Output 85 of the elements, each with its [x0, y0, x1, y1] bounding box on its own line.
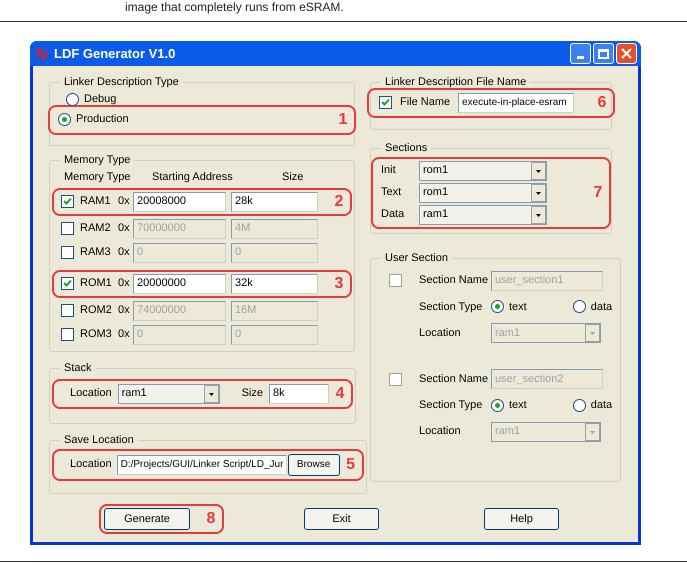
radio-button[interactable] — [58, 113, 71, 126]
group-title: User Section — [384, 251, 449, 266]
radio-button[interactable] — [572, 398, 586, 412]
field-label: Section Type — [419, 300, 484, 314]
group-title: Linker Description File Name — [384, 75, 528, 90]
field-label: Location — [70, 457, 112, 472]
annotation-number: 2 — [334, 192, 344, 212]
field-label: Section Name — [419, 372, 490, 387]
memory-name: ROM3 — [80, 327, 113, 342]
field-label: Size — [242, 386, 263, 402]
hex-prefix: 0x — [118, 303, 131, 318]
annotation-number: 5 — [345, 454, 356, 474]
annotation-number: 8 — [206, 509, 216, 529]
radio-button[interactable] — [572, 300, 586, 314]
group-title: Memory Type — [63, 153, 132, 168]
hex-prefix: 0x — [118, 194, 131, 210]
radio-button[interactable] — [491, 300, 504, 314]
radio-label: text — [509, 398, 527, 413]
input-field[interactable]: 32k — [231, 274, 318, 294]
maximize-icon[interactable] — [593, 43, 614, 64]
group-title: Linker Description Type — [63, 75, 180, 90]
input-field[interactable]: 8k — [269, 384, 329, 404]
checkbox[interactable] — [61, 195, 74, 208]
field-label: Section Type — [419, 398, 484, 413]
radio-label: data — [590, 300, 612, 314]
hex-prefix: 0x — [118, 276, 131, 292]
checkbox[interactable] — [389, 372, 402, 386]
push-button[interactable]: Generate — [104, 508, 190, 530]
field-label: Data — [381, 207, 406, 222]
input-field[interactable]: 28k — [231, 192, 318, 212]
checkbox[interactable] — [61, 246, 74, 259]
annotation-number: 1 — [338, 110, 348, 130]
radio-label: Production — [76, 112, 129, 128]
checkbox[interactable] — [61, 277, 74, 290]
field-label: Section Name — [419, 273, 490, 288]
hex-prefix: 0x — [118, 221, 131, 236]
field-label: File Name — [400, 95, 450, 110]
window-title: LDF Generator V1.0 — [54, 44, 176, 63]
radio-label: data — [590, 398, 612, 413]
column-header: Size — [282, 170, 304, 186]
checkbox[interactable] — [61, 304, 74, 317]
annotation-number: 3 — [334, 274, 344, 294]
dropdown-field[interactable]: ram1 — [419, 204, 547, 224]
field-label: Location — [419, 326, 462, 341]
checkbox[interactable] — [61, 222, 74, 235]
app-logo-icon — [34, 48, 50, 60]
radio-label: text — [509, 300, 527, 314]
input-field[interactable]: 20008000 — [133, 192, 226, 212]
field-label: Init — [381, 163, 397, 178]
annotation-number: 6 — [596, 92, 608, 112]
input-field[interactable]: execute-in-place-esram — [458, 92, 574, 112]
field-label: Text — [381, 185, 402, 200]
group-title: Stack — [63, 361, 93, 376]
group-title: Save Location — [63, 433, 135, 448]
push-button[interactable]: Exit — [304, 508, 379, 530]
column-header: Starting Address — [152, 170, 234, 186]
group-title: Sections — [384, 141, 428, 156]
memory-name: ROM1 — [80, 276, 113, 292]
radio-button[interactable] — [66, 93, 79, 106]
column-header: Memory Type — [64, 170, 132, 186]
memory-name: ROM2 — [80, 303, 113, 318]
minimize-icon[interactable] — [570, 43, 591, 64]
annotation-number: 4 — [334, 384, 346, 404]
input-field[interactable]: 20000000 — [133, 274, 226, 294]
close-icon[interactable] — [616, 43, 637, 64]
annotation-number: 7 — [592, 182, 604, 202]
memory-name: RAM1 — [80, 194, 112, 210]
checkbox[interactable] — [379, 96, 392, 109]
hex-prefix: 0x — [118, 327, 131, 342]
checkbox[interactable] — [61, 328, 74, 341]
checkbox[interactable] — [389, 274, 402, 287]
dropdown-field[interactable]: ram1 — [118, 384, 220, 404]
push-button[interactable]: Help — [484, 508, 559, 530]
document-text: image that completely runs from eSRAM. — [125, 0, 344, 14]
memory-name: RAM3 — [80, 245, 112, 260]
field-label: Location — [70, 386, 112, 402]
field-label: Location — [419, 424, 462, 440]
memory-name: RAM2 — [80, 221, 112, 236]
push-button[interactable]: Browse — [288, 454, 340, 476]
hex-prefix: 0x — [118, 245, 131, 260]
radio-label: Debug — [84, 92, 116, 108]
input-field[interactable]: D:/Projects/GUI/Linker Script/LD_Jur — [116, 454, 287, 474]
radio-button[interactable] — [491, 398, 504, 412]
dropdown-field[interactable]: rom1 — [419, 182, 547, 202]
dropdown-field[interactable]: rom1 — [419, 160, 547, 180]
